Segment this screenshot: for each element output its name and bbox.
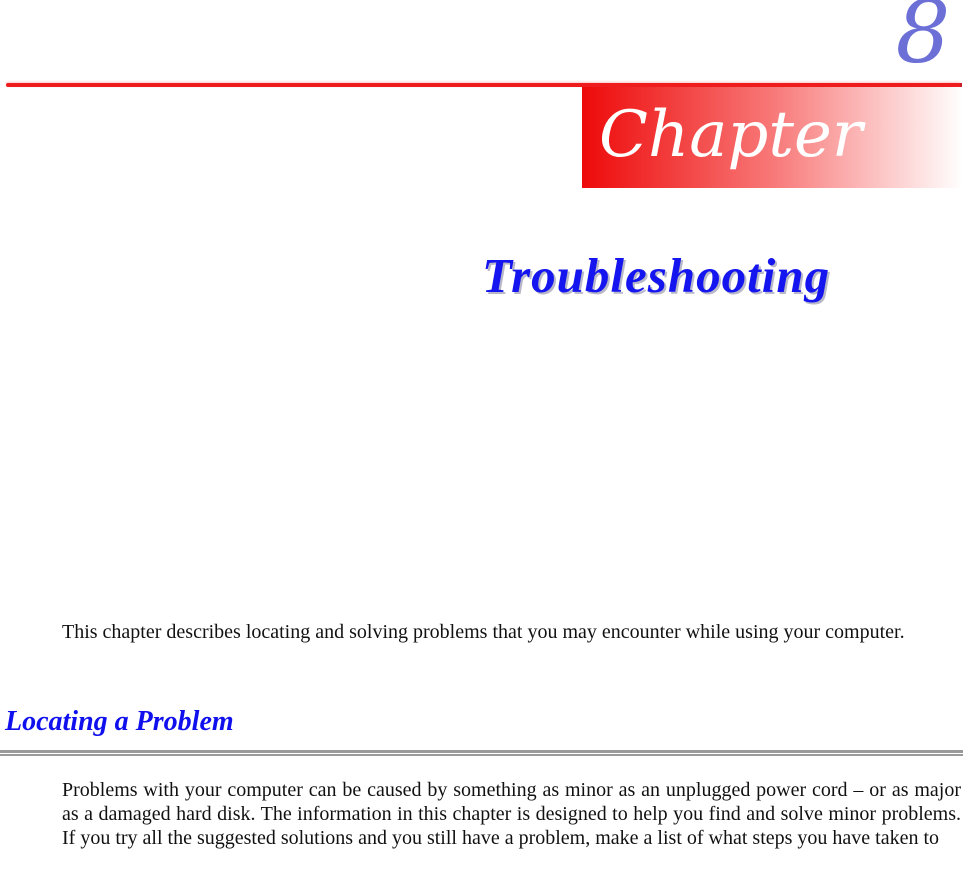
chapter-label: Chapter (599, 98, 863, 172)
chapter-banner: Chapter (582, 87, 963, 188)
section-paragraph: Problems with your computer can be cause… (62, 779, 961, 849)
section-heading-locating-a-problem: Locating a Problem (5, 706, 234, 737)
section-divider (0, 750, 963, 756)
chapter-number: 8 (895, 0, 951, 83)
intro-paragraph: This chapter describes locating and solv… (62, 621, 905, 643)
section-divider-line-bottom (0, 754, 963, 756)
section-divider-line-top (0, 750, 963, 753)
chapter-title: Troubleshooting (482, 248, 831, 303)
